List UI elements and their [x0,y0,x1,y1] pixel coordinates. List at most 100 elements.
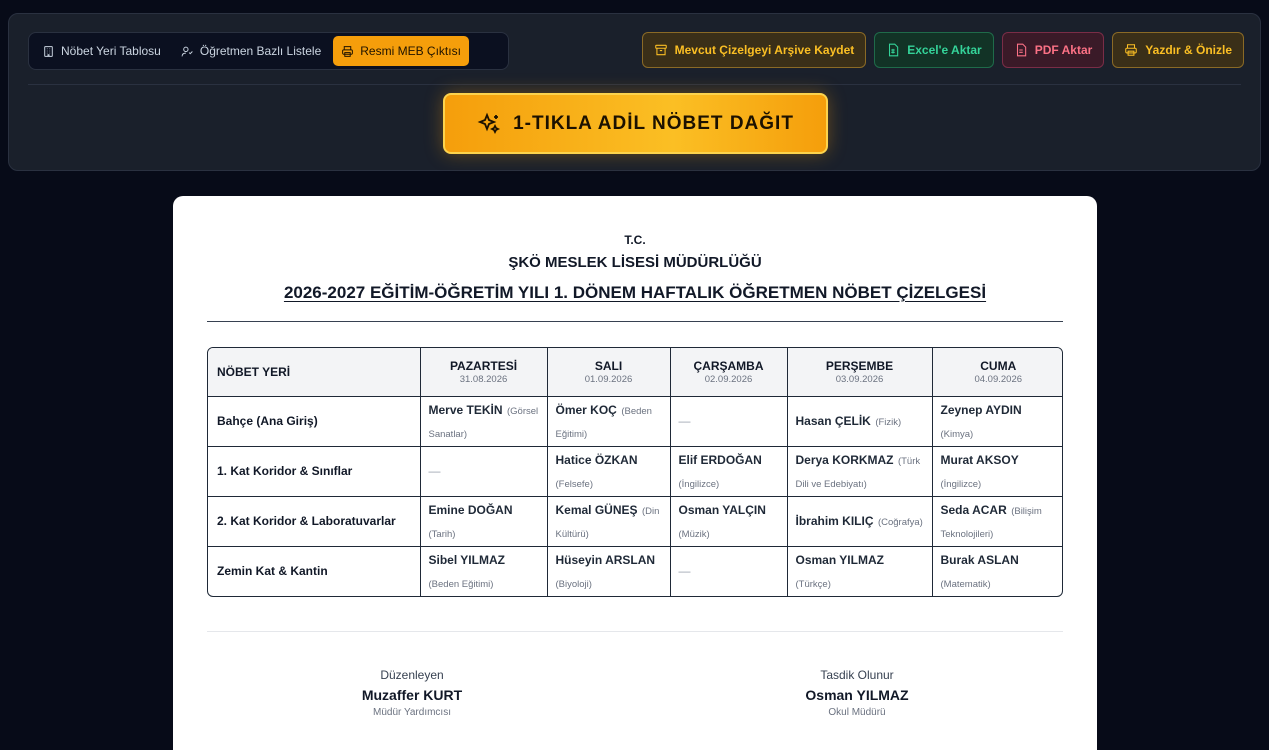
duty-cell: — [670,396,788,447]
duty-cell: Seda ACAR (Bilişim Teknolojileri) [932,496,1062,547]
duty-cell: Derya KORKMAZ (Türk Dili ve Edebiyatı) [787,446,933,497]
day-name: SALI [594,358,623,373]
signature-label: Düzenleyen [380,668,444,682]
table-row: 2. Kat Koridor & Laboratuvarlar Emine DO… [208,496,1062,547]
empty-dash: — [678,564,691,579]
printer-icon [342,45,354,57]
duty-cell: Burak ASLAN (Matematik) [932,546,1062,596]
day-header: ÇARŞAMBA 02.09.2026 [670,348,788,397]
teacher-name: Murat AKSOY [940,452,1019,467]
duty-location: 1. Kat Koridor & Sınıflar [208,446,421,497]
doc-title: 2026-2027 EĞİTİM-ÖĞRETİM YILI 1. DÖNEM H… [283,283,987,302]
teacher-name: Merve TEKİN [428,402,503,417]
teacher-branch: (Matematik) [940,579,991,591]
tab-label: Resmi MEB Çıktısı [360,44,461,58]
duty-cell: Hatice ÖZKAN (Felsefe) [547,446,671,497]
spreadsheet-icon [889,43,899,57]
excel-export-button[interactable]: Excel'e Aktar [874,32,994,68]
table-row: Bahçe (Ana Giriş) Merve TEKİN (Görsel Sa… [208,396,1062,447]
teacher-name: Seda ACAR [940,502,1007,517]
duty-cell: Ömer KOÇ (Beden Eğitimi) [547,396,671,447]
signature-name: Osman YILMAZ [805,687,909,703]
pdf-label: PDF Aktar [1034,43,1093,57]
duty-cell: İbrahim KILIÇ (Coğrafya) [787,496,933,547]
teacher-name: Elif ERDOĞAN [678,452,762,467]
teacher-name: Sibel YILMAZ [428,553,505,568]
teacher-branch: (Biyoloji) [555,579,592,591]
toolbar-divider [28,84,1241,85]
tab-label: Öğretmen Bazlı Listele [199,44,322,58]
teacher-name: Hatice ÖZKAN [555,452,638,467]
official-document: T.C. ŞKÖ MESLEK LİSESİ MÜDÜRLÜĞÜ 2026-20… [173,196,1097,750]
teacher-branch: (İngilizce) [678,479,720,490]
teacher-branch: (Fizik) [875,417,902,429]
day-date: 02.09.2026 [704,373,753,385]
signature-divider [207,631,1063,632]
signature-prepared-by: Düzenleyen Muzaffer KURT Müdür Yardımcıs… [302,668,522,718]
duty-cell: Hasan ÇELİK (Fizik) [787,396,933,447]
day-header: CUMA 04.09.2026 [932,348,1062,397]
excel-label: Excel'e Aktar [907,43,982,57]
auto-distribute-button[interactable]: 1-TIKLA ADİL NÖBET DAĞIT [443,93,828,154]
location-header: NÖBET YERİ [208,348,421,397]
signature-role: Okul Müdürü [828,707,886,718]
day-name: CUMA [980,358,1017,373]
signature-label: Tasdik Olunur [820,668,894,682]
archive-label: Mevcut Çizelgeyi Arşive Kaydet [674,43,855,57]
teacher-branch: (Müzik) [678,529,710,540]
duty-cell: Murat AKSOY (İngilizce) [932,446,1062,497]
day-date: 31.08.2026 [459,373,508,385]
day-date: 04.09.2026 [974,373,1023,385]
teacher-branch: (Coğrafya) [877,517,923,529]
printer-icon [1125,44,1138,56]
pdf-export-button[interactable]: PDF Aktar [1001,32,1105,68]
doc-tc: T.C. [624,233,646,247]
toolbar: Nöbet Yeri Tablosu Öğretmen Bazlı Listel… [8,13,1261,171]
sparkles-icon [477,112,501,134]
duty-cell: Zeynep AYDIN (Kimya) [932,396,1062,447]
day-date: 01.09.2026 [584,373,633,385]
duty-cell: Osman YALÇIN (Müzik) [670,496,788,547]
day-name: PAZARTESİ [449,358,518,373]
action-buttons: Mevcut Çizelgeyi Arşive Kaydet Excel'e A… [641,32,1244,68]
teacher-branch: (Felsefe) [555,479,593,490]
teacher-name: Derya KORKMAZ [795,452,894,467]
teacher-name: Emine DOĞAN [428,502,513,517]
archive-button[interactable]: Mevcut Çizelgeyi Arşive Kaydet [641,32,867,68]
duty-cell: Sibel YILMAZ (Beden Eğitimi) [420,546,548,596]
teacher-branch: (Kimya) [940,429,974,440]
doc-school-name: ŞKÖ MESLEK LİSESİ MÜDÜRLÜĞÜ [508,254,762,271]
day-header: PAZARTESİ 31.08.2026 [420,348,548,397]
teacher-name: Hüseyin ARSLAN [555,553,656,568]
print-preview-button[interactable]: Yazdır & Önizle [1112,32,1244,68]
duty-cell: — [420,446,548,497]
teacher-branch: (İngilizce) [940,479,982,490]
day-header: SALI 01.09.2026 [547,348,671,397]
user-list-icon [181,46,193,56]
duty-location: Bahçe (Ana Giriş) [208,396,421,447]
teacher-name: İbrahim KILIÇ [795,514,874,529]
teacher-name: Zeynep AYDIN [940,402,1022,417]
teacher-name: Osman YALÇIN [678,502,766,517]
auto-distribute-label: 1-TIKLA ADİL NÖBET DAĞIT [513,112,794,134]
duty-cell: — [670,546,788,596]
header-divider [207,321,1063,322]
tab-teacher-list[interactable]: Öğretmen Bazlı Listele [173,36,329,66]
archive-icon [654,44,667,56]
teacher-name: Hasan ÇELİK [795,414,871,429]
table-row: Zemin Kat & Kantin Sibel YILMAZ (Beden E… [208,546,1062,596]
file-text-icon [1016,43,1026,57]
tab-location-table[interactable]: Nöbet Yeri Tablosu [34,36,169,66]
duty-cell: Merve TEKİN (Görsel Sanatlar) [420,396,548,447]
teacher-name: Ömer KOÇ [555,402,617,417]
day-date: 03.09.2026 [835,373,884,385]
duty-table: NÖBET YERİ PAZARTESİ 31.08.2026 SALI 01.09… [207,347,1063,597]
duty-cell: Kemal GÜNEŞ (Din Kültürü) [547,496,671,547]
tab-meb-output[interactable]: Resmi MEB Çıktısı [333,36,469,66]
teacher-branch: (Beden Eğitimi) [428,579,494,591]
teacher-name: Burak ASLAN [940,553,1019,568]
duty-cell: Osman YILMAZ (Türkçe) [787,546,933,596]
tab-label: Nöbet Yeri Tablosu [61,44,161,58]
teacher-branch: (Türkçe) [795,579,831,591]
teacher-branch: (Tarih) [428,529,456,540]
